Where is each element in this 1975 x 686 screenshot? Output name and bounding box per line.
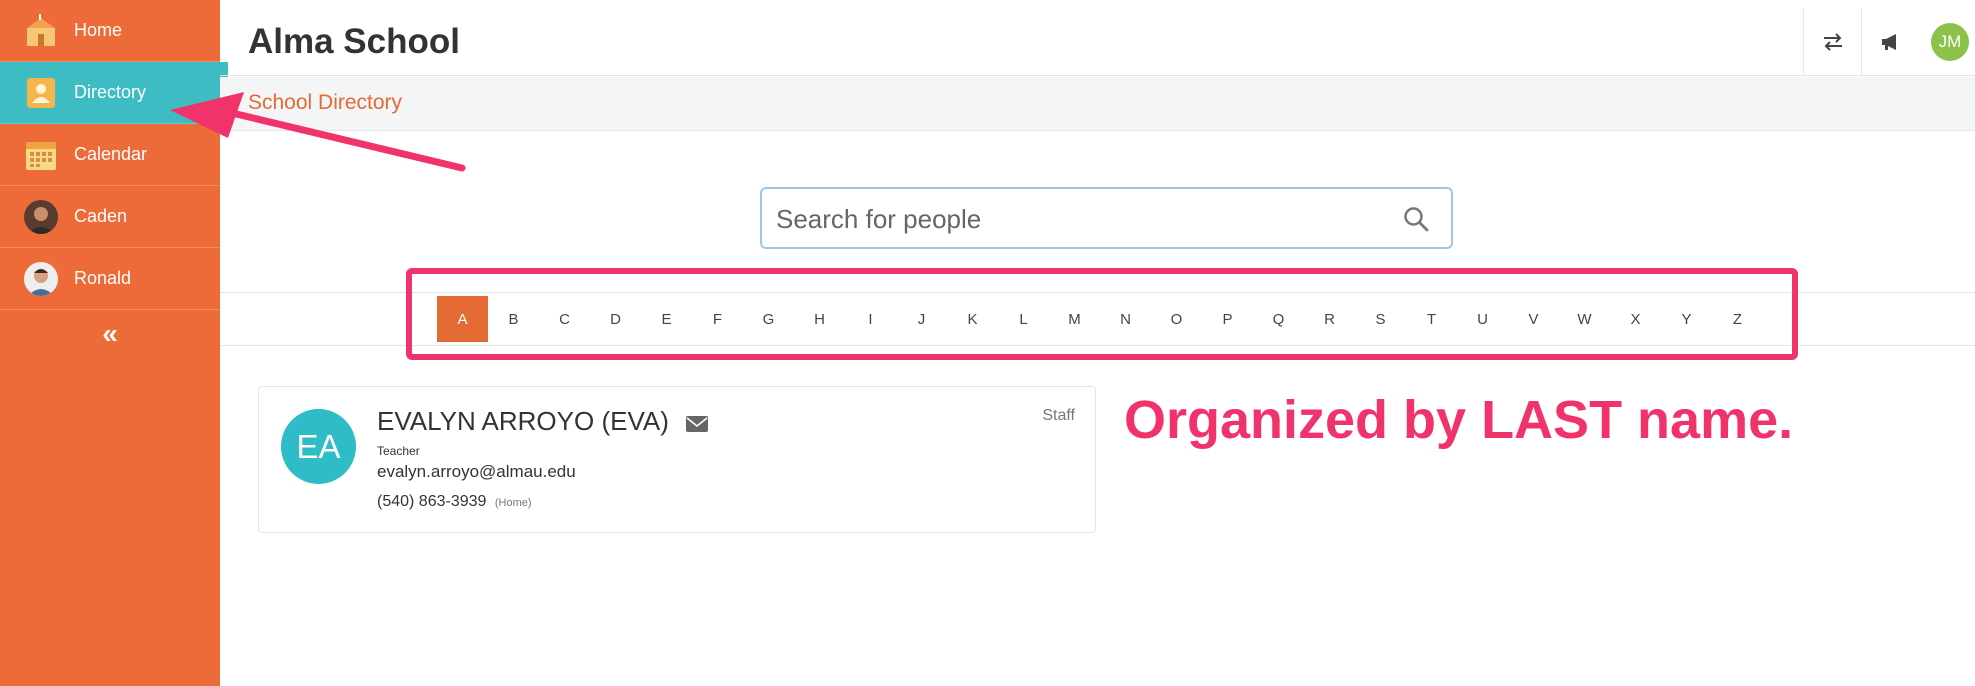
sidebar-item-ronald[interactable]: Ronald [0,248,220,310]
annotation-highlight-box [406,268,1798,360]
megaphone-icon[interactable] [1861,8,1919,76]
breadcrumb: School Directory [220,77,1975,131]
search-box [760,187,1453,249]
switch-arrows-icon[interactable] [1803,8,1861,76]
sidebar-item-label: Caden [74,206,128,226]
person-phone-type: (Home) [494,497,532,509]
person-card[interactable]: EA EVALYN ARROYO (EVA) Teacher evalyn.ar… [258,386,1096,533]
mail-icon[interactable] [686,408,709,439]
student-avatar [24,261,58,296]
header-icons: JM [1803,8,1975,76]
sidebar-item-label: Directory [74,82,147,102]
app-title: Alma School [248,22,460,61]
annotation-arrow [170,92,466,172]
sidebar-item-label: Calendar [74,144,148,164]
collapse-sidebar-button[interactable]: « [0,310,220,350]
user-avatar[interactable]: JM [1931,23,1969,61]
person-avatar: EA [281,409,356,484]
calendar-icon [24,138,58,172]
school-building-icon [24,13,58,48]
top-header: Alma School JM [220,8,1975,76]
student-avatar [24,199,58,234]
sidebar-item-home[interactable]: Home [0,0,220,62]
person-name-row: EVALYN ARROYO (EVA) [377,406,709,439]
person-email[interactable]: evalyn.arroyo@almau.edu [377,462,576,482]
person-phone-row: (540) 863-3939 (Home) [377,493,532,511]
sidebar-item-label: Home [74,20,123,40]
person-name[interactable]: EVALYN ARROYO (EVA) [377,406,669,436]
person-phone[interactable]: (540) 863-3939 [377,493,486,510]
sidebar-item-caden[interactable]: Caden [0,186,220,248]
person-type-badge: Staff [1042,407,1075,424]
search-input[interactable] [776,199,1376,239]
annotation-text: Organized by LAST name. [1124,390,1794,450]
search-icon[interactable] [1403,206,1429,237]
sidebar-item-label: Ronald [74,268,132,288]
person-role: Teacher [377,444,420,458]
directory-person-icon [24,76,58,110]
